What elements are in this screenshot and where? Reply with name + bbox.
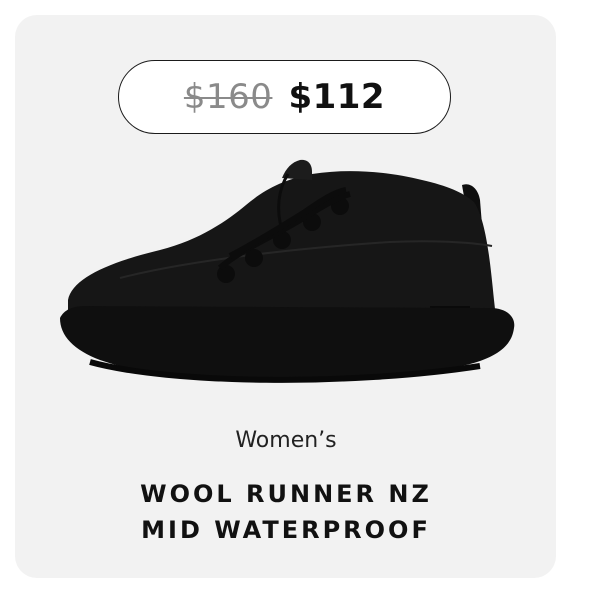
product-name-line1: WOOL RUNNER NZ — [140, 480, 432, 508]
product-name[interactable]: WOOL RUNNER NZ MID WATERPROOF — [0, 476, 572, 548]
original-price: $160 — [183, 77, 273, 117]
sale-price: $112 — [288, 77, 386, 117]
price-badge: $160 $112 — [118, 60, 451, 134]
product-image[interactable]: WATERPROOF — [50, 150, 520, 400]
product-name-line2: MID WATERPROOF — [141, 516, 431, 544]
gender-label: Women’s — [235, 428, 337, 453]
